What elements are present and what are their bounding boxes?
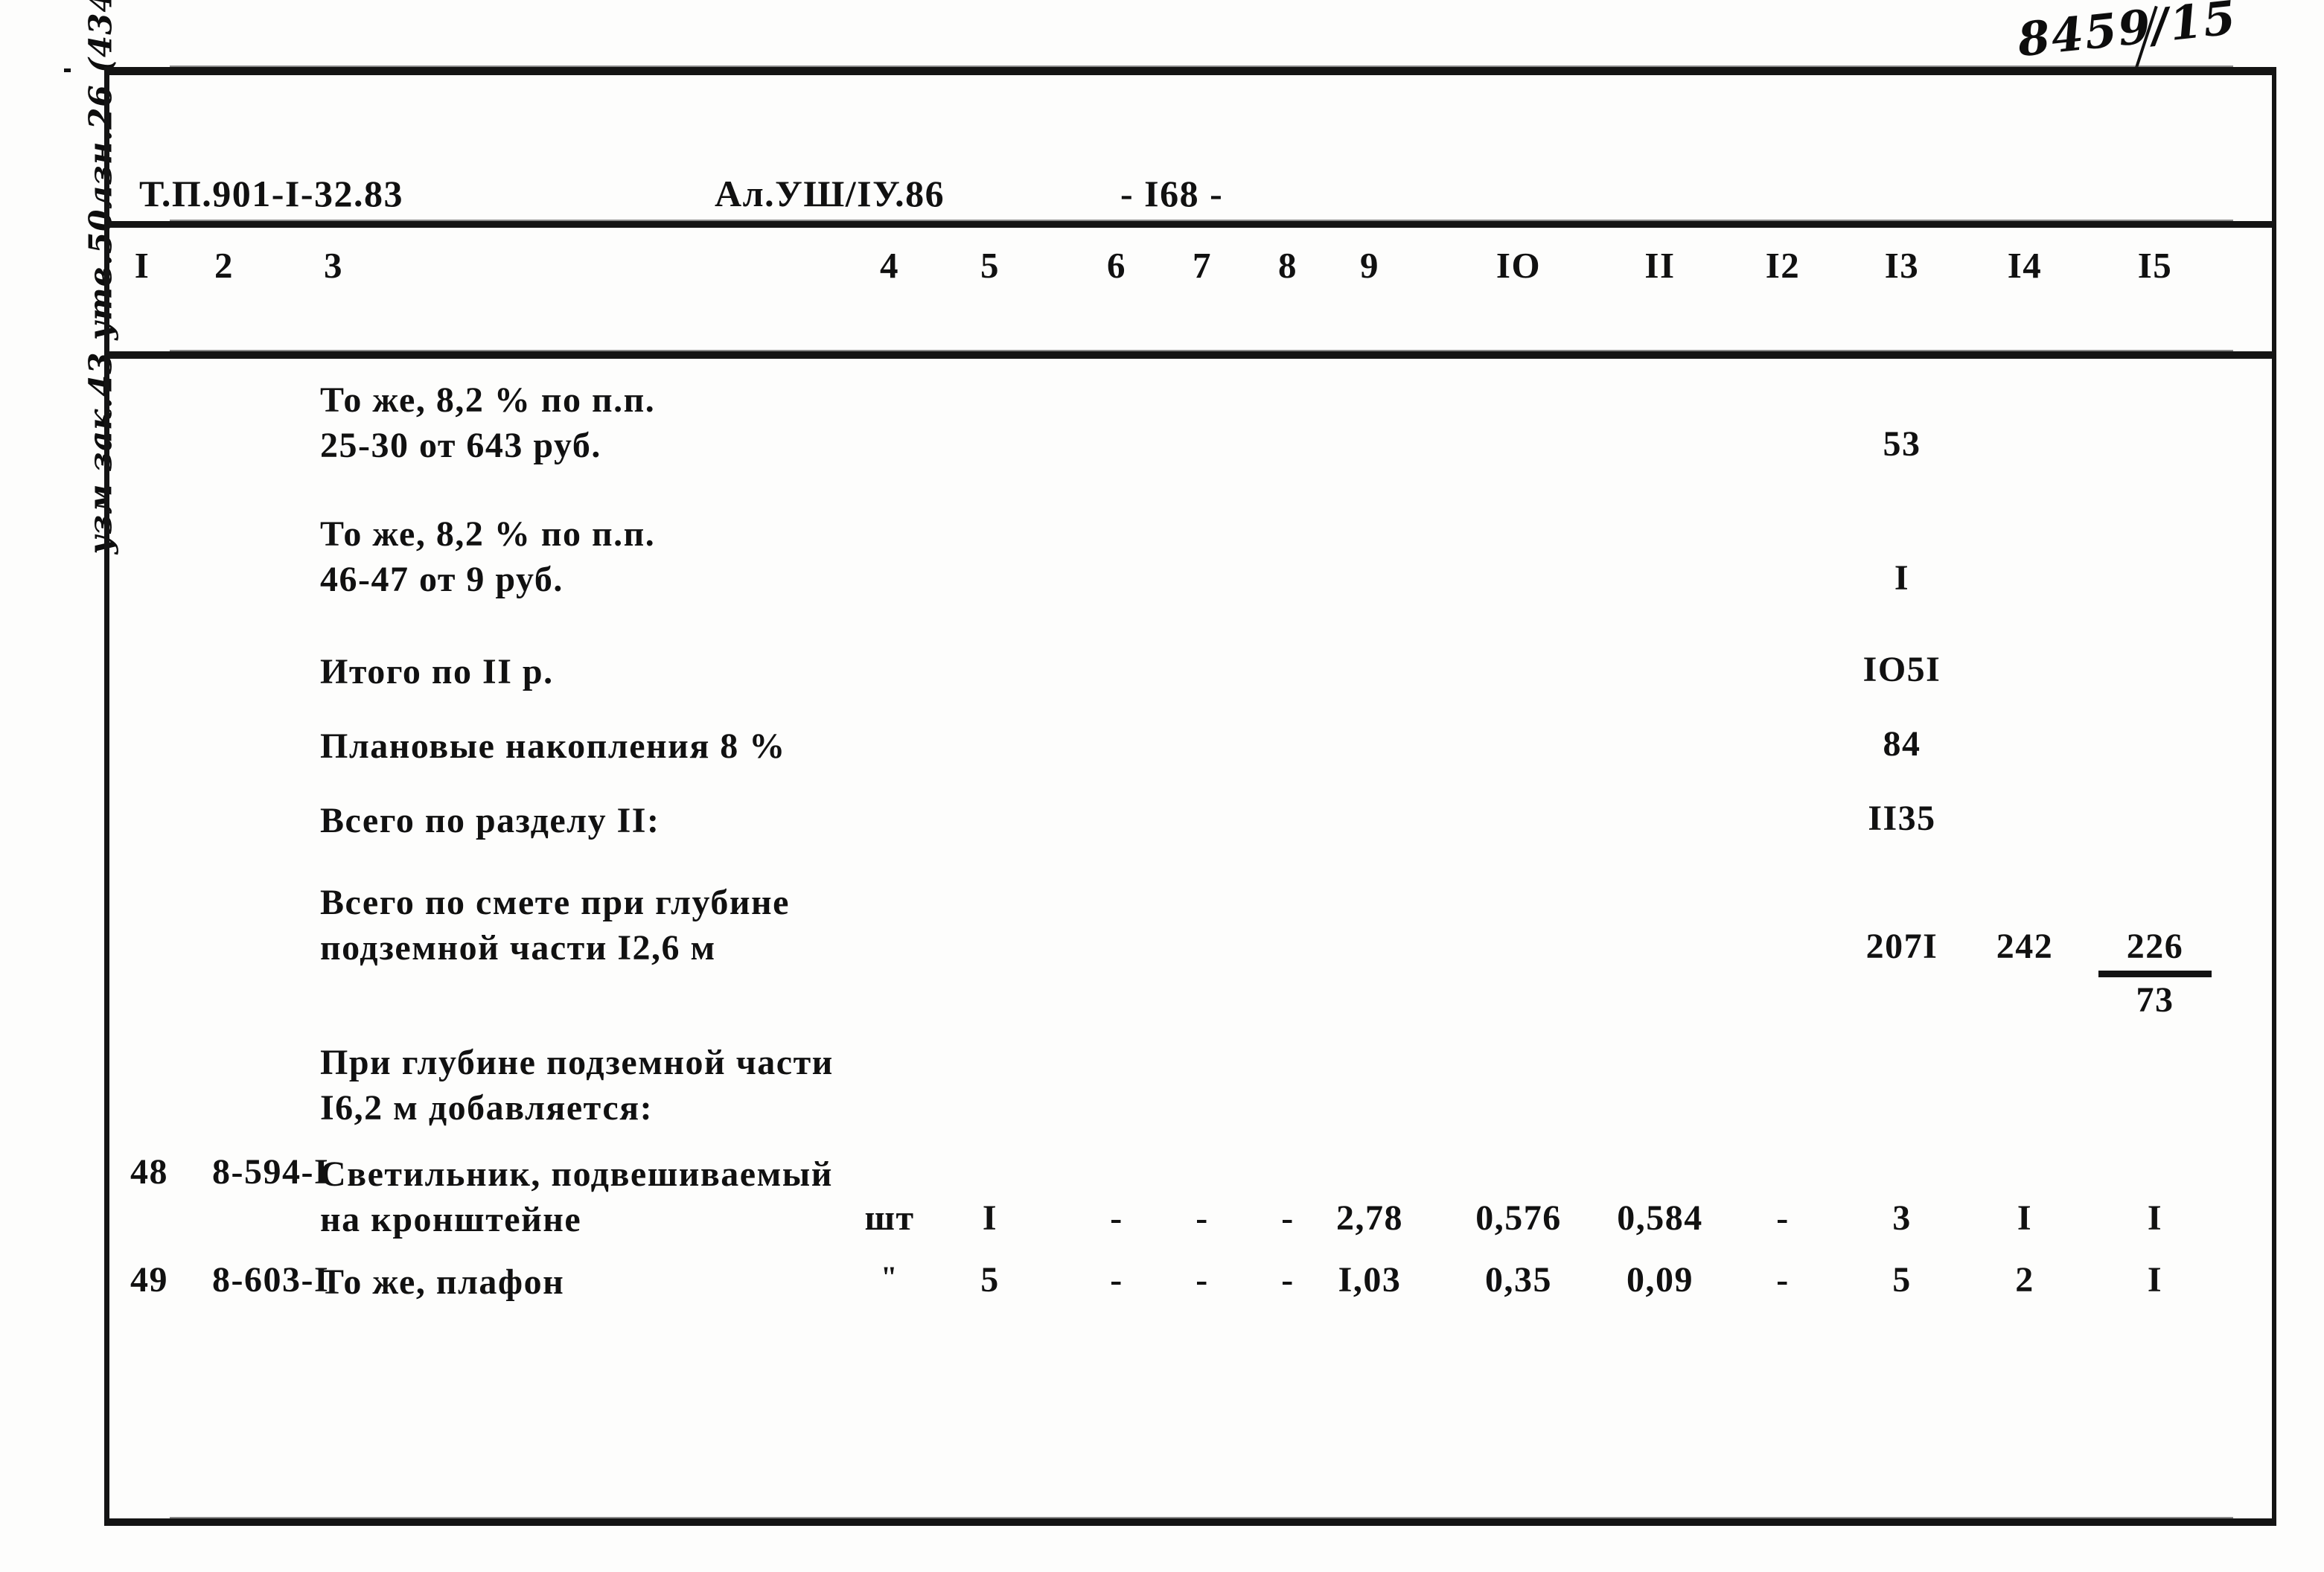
row-description-line: Всего по разделу II:	[320, 801, 660, 840]
column-number-2: 2	[214, 245, 234, 286]
row-value-col-6: -	[1110, 1260, 1123, 1300]
column-number-I2: I2	[1765, 245, 1801, 286]
row-description-line: То же, плафон	[320, 1262, 565, 1302]
column-number-4: 4	[880, 245, 899, 286]
row-value-col-7: -	[1195, 1260, 1209, 1300]
album-reference: Ал.УШ/IУ.86	[715, 173, 945, 214]
column-number-6: 6	[1107, 245, 1126, 286]
fraction-bar	[2098, 971, 2212, 977]
column-number-7: 7	[1193, 245, 1212, 286]
row-description-line: подземной части I2,6 м	[320, 928, 716, 968]
column-number-9: 9	[1360, 245, 1379, 286]
row-description: То же, 8,2 % по п.п. 25-30 от 643 руб.	[320, 377, 655, 469]
fraction-denominator: 73	[2136, 980, 2174, 1020]
column-number-II: II	[1644, 245, 1676, 286]
row-value-col-7: -	[1195, 1198, 1209, 1238]
row-value-col-9: I,03	[1338, 1260, 1402, 1300]
fraction-numerator: 226	[2126, 927, 2184, 966]
row-value-col-15: I	[2147, 1260, 2163, 1300]
row-value-col-10: 0,576	[1475, 1198, 1562, 1238]
table-bottom-border	[104, 1517, 2276, 1526]
column-number-3: 3	[324, 245, 343, 286]
row-description: То же, 8,2 % по п.п. 46-47 от 9 руб.	[320, 511, 655, 603]
row-value-col-15: I	[2147, 1198, 2163, 1238]
row-value-col-6: -	[1110, 1198, 1123, 1238]
row-value-col-14: 2	[2015, 1260, 2034, 1300]
row-description: То же, плафон	[320, 1259, 564, 1305]
margin-dot-mark	[64, 68, 71, 72]
column-header-separator-rule	[104, 350, 2276, 359]
row-value-col-14: I	[2017, 1198, 2033, 1238]
page-number: - I68 -	[1120, 173, 1224, 214]
column-number-5: 5	[980, 245, 1000, 286]
row-position-number: 48	[130, 1152, 168, 1192]
column-number-I5: I5	[2137, 245, 2173, 286]
header-separator-rule	[104, 220, 2276, 228]
column-number-I4: I4	[2007, 245, 2043, 286]
row-description-line: Плановые накопления 8 %	[320, 726, 786, 766]
project-code: Т.П.901-I-32.83	[139, 173, 403, 214]
column-number-row: I 2 3 4 5 6 7 8 9 IO II I2 I3 I4 I5	[104, 228, 2276, 351]
column-number-8: 8	[1278, 245, 1297, 286]
row-description-line: То же, 8,2 % по п.п.	[320, 514, 656, 554]
row-unit: "	[881, 1260, 898, 1294]
row-description-line: 25-30 от 643 руб.	[320, 426, 601, 466]
row-description: Светильник, подвешиваемый на кронштейне	[320, 1151, 833, 1243]
row-value-col-13: II35	[1868, 799, 1936, 838]
column-number-I: I	[134, 245, 150, 286]
row-value-col-13: IO5I	[1862, 650, 1941, 689]
table-top-border	[104, 66, 2276, 75]
row-description-line: 46-47 от 9 руб.	[320, 560, 564, 600]
table-body: То же, 8,2 % по п.п. 25-30 от 643 руб. 53 Т…	[104, 359, 2276, 1518]
row-description-line: При глубине подземной части	[320, 1043, 834, 1082]
row-quantity: 5	[980, 1260, 1000, 1300]
row-description: Итого по II р.	[320, 649, 554, 694]
row-description-line: на кронштейне	[320, 1200, 582, 1240]
row-quantity: I	[982, 1198, 998, 1238]
row-description-line: То же, 8,2 % по п.п.	[320, 380, 656, 420]
row-value-col-15-fraction: 226 73	[2077, 926, 2233, 1020]
row-description: Всего по смете при глубине подземной част…	[320, 880, 790, 971]
row-value-col-13: I	[1894, 558, 1910, 598]
row-value-col-9: 2,78	[1336, 1198, 1403, 1238]
row-value-col-13: 84	[1883, 724, 1921, 764]
row-value-col-13: 53	[1883, 424, 1921, 464]
row-unit: шт	[864, 1198, 915, 1238]
row-description: Плановые накопления 8 %	[320, 723, 786, 769]
row-description: При глубине подземной части I6,2 м добавл…	[320, 1040, 834, 1131]
row-position-number: 49	[130, 1260, 168, 1300]
row-description-line: Итого по II р.	[320, 652, 554, 691]
row-description: Всего по разделу II:	[320, 798, 660, 843]
row-description-line: I6,2 м добавляется:	[320, 1088, 654, 1128]
row-value-col-10: 0,35	[1485, 1260, 1552, 1300]
row-description-line: Светильник, подвешиваемый	[320, 1154, 833, 1194]
column-number-I3: I3	[1884, 245, 1920, 286]
column-number-IO: IO	[1495, 245, 1542, 286]
document-header: Т.П.901-I-32.83 Ал.УШ/IУ.86 - I68 -	[104, 75, 2276, 221]
row-description-line: Всего по смете при глубине	[320, 883, 790, 922]
